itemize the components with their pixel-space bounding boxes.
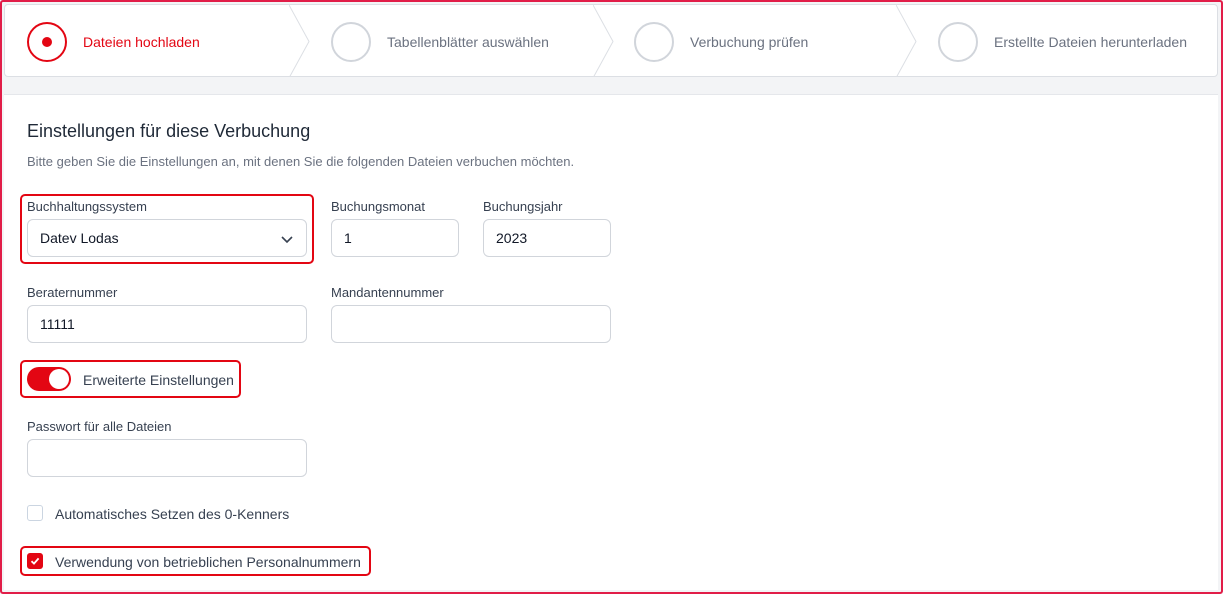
- password-input[interactable]: [27, 439, 307, 477]
- step-select-sheets[interactable]: Tabellenblätter auswählen: [331, 5, 549, 76]
- step-separator-icon: [289, 5, 310, 76]
- accounting-system-label: Buchhaltungssystem: [27, 199, 147, 214]
- checkmark-icon: [30, 557, 40, 565]
- step-separator-icon: [593, 5, 614, 76]
- advanced-settings-label: Erweiterte Einstellungen: [83, 372, 234, 388]
- auto-zero-flag-checkbox[interactable]: [27, 505, 43, 521]
- step-indicator-icon: [938, 21, 978, 62]
- client-number-input[interactable]: [331, 305, 611, 343]
- auto-zero-flag-label: Automatisches Setzen des 0-Kenners: [55, 506, 290, 522]
- step-indicator-icon: [634, 21, 674, 62]
- personnel-numbers-label: Verwendung von betrieblichen Personalnum…: [55, 554, 361, 570]
- accounting-system-value: Datev Lodas: [40, 230, 119, 246]
- step-separator-icon: [896, 5, 917, 76]
- advisor-number-input[interactable]: [27, 305, 307, 343]
- step-label: Verbuchung prüfen: [690, 33, 809, 50]
- toggle-knob: [49, 369, 69, 389]
- step-review-booking[interactable]: Verbuchung prüfen: [634, 5, 809, 76]
- booking-year-label: Buchungsjahr: [483, 199, 563, 214]
- booking-month-label: Buchungsmonat: [331, 199, 425, 214]
- personnel-numbers-checkbox[interactable]: [27, 553, 43, 569]
- page-subtitle: Bitte geben Sie die Einstellungen an, mi…: [27, 154, 575, 169]
- client-number-label: Mandantennummer: [331, 285, 444, 300]
- active-step-indicator-icon: [27, 21, 67, 62]
- booking-year-input[interactable]: [483, 219, 611, 257]
- step-label: Tabellenblätter auswählen: [387, 33, 549, 50]
- step-download-files[interactable]: Erstellte Dateien herunterladen: [938, 5, 1188, 76]
- progress-stepper: Dateien hochladen Tabellenblätter auswäh…: [4, 4, 1218, 77]
- step-upload-files[interactable]: Dateien hochladen: [27, 5, 200, 76]
- advanced-settings-toggle[interactable]: [27, 367, 71, 391]
- password-label: Passwort für alle Dateien: [27, 419, 172, 434]
- booking-month-input[interactable]: [331, 219, 459, 257]
- page-title: Einstellungen für diese Verbuchung: [27, 121, 311, 141]
- step-label: Dateien hochladen: [83, 33, 200, 50]
- chevron-down-icon: [281, 236, 293, 244]
- advisor-number-label: Beraternummer: [27, 285, 118, 300]
- step-indicator-icon: [331, 21, 371, 62]
- accounting-system-select[interactable]: Datev Lodas: [27, 219, 307, 257]
- step-label: Erstellte Dateien herunterladen: [994, 33, 1188, 50]
- settings-panel: Einstellungen für diese Verbuchung Bitte…: [4, 94, 1218, 590]
